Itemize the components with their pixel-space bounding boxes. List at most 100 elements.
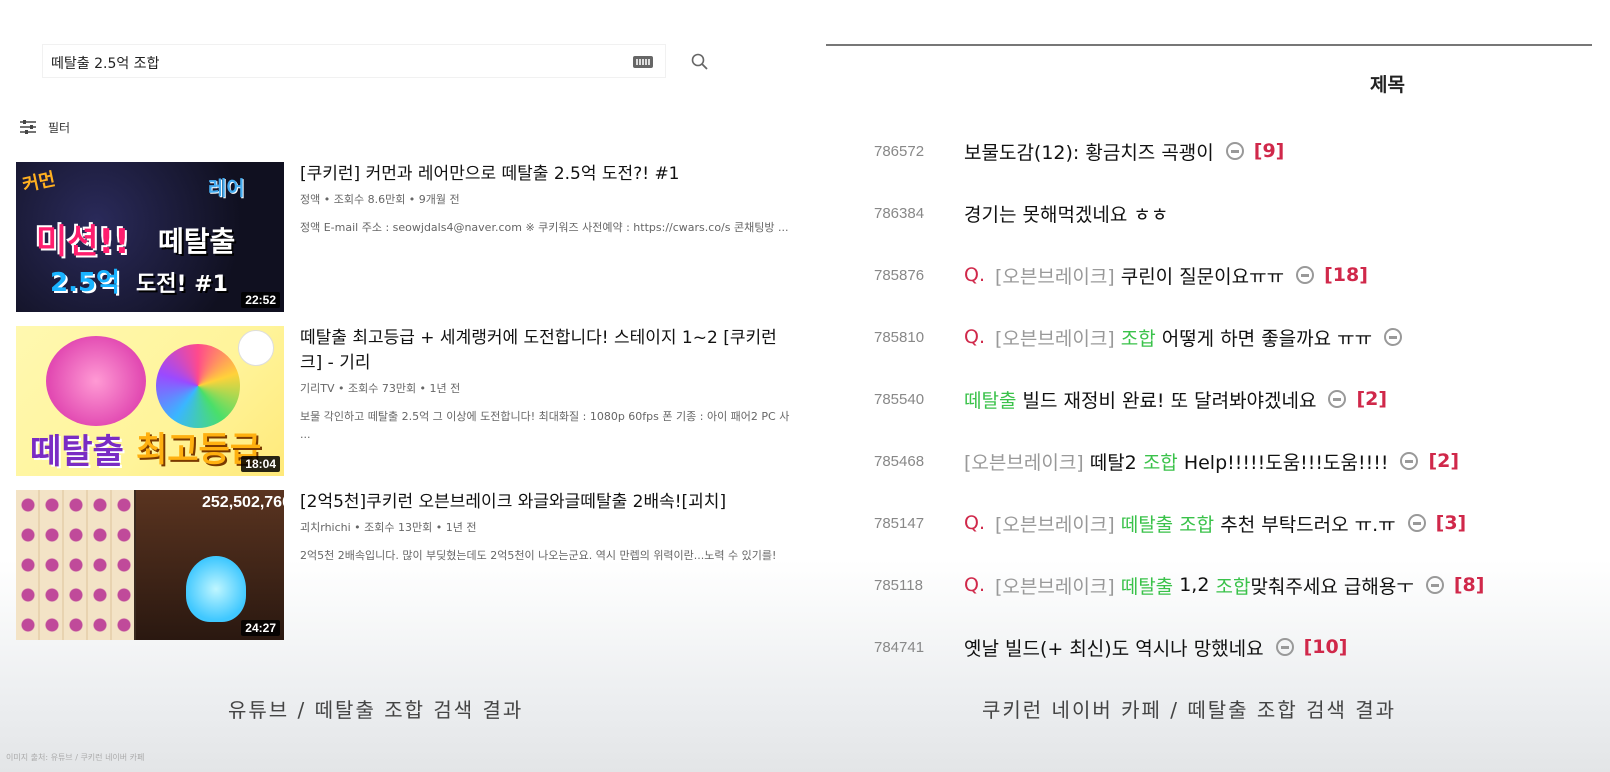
- category-tag: [오븐브레이크]: [995, 265, 1115, 288]
- video-thumbnail[interactable]: 커먼 레어 미션!! 떼탈출 2.5억 도전! #1 22:52: [16, 162, 284, 312]
- video-result[interactable]: 떼탈출 최고등급 18:04 떼탈출 최고등급 + 세계랭커에 도전합니다! 스…: [16, 326, 796, 476]
- reply-icon: [1384, 328, 1403, 346]
- video-title[interactable]: [쿠키런] 커먼과 레어만으로 떼탈출 2.5억 도전?! #1: [300, 162, 796, 187]
- title-text: 빌드 재정비 완료! 또 달려봐야겠네요: [1016, 389, 1317, 412]
- post-row[interactable]: 786384 경기는 못해먹겠네요 ㅎㅎ: [874, 199, 1594, 227]
- post-row[interactable]: 785810 Q. [오븐브레이크] 조합 어떻게 하면 좋을까요 ㅠㅠ: [874, 323, 1594, 351]
- filter-icon: [20, 120, 36, 134]
- youtube-search-input[interactable]: 떼탈출 2.5억 조합: [42, 44, 666, 78]
- video-title[interactable]: 떼탈출 최고등급 + 세계랭커에 도전합니다! 스테이지 1~2 [쿠키런 크]…: [300, 326, 796, 376]
- search-highlight: 떼탈출: [1120, 575, 1174, 598]
- post-row[interactable]: 785876 Q. [오븐브레이크] 쿠린이 질문이요ㅠㅠ [18]: [874, 261, 1594, 289]
- video-duration: 18:04: [241, 456, 280, 472]
- post-title[interactable]: Q. [오븐브레이크] 조합 어떻게 하면 좋을까요 ㅠㅠ: [964, 324, 1372, 351]
- source-note: 이미지 출처: 유튜브 / 쿠키런 네이버 카페: [6, 753, 145, 762]
- video-title[interactable]: [2억5천]쿠키런 오븐브레이크 와글와글떼탈출 2배속![괴치]: [300, 490, 796, 515]
- thumbnail-art: [46, 336, 146, 426]
- post-title[interactable]: [오븐브레이크] 떼탈2 조합 Help!!!!!도움!!!도움!!!!: [964, 448, 1388, 475]
- video-result[interactable]: 252,502,760 24:27 [2억5천]쿠키런 오븐브레이크 와글와글떼…: [16, 490, 796, 640]
- reply-icon: [1400, 452, 1419, 470]
- reply-icon: [1407, 514, 1426, 532]
- reply-icon: [1425, 576, 1444, 594]
- cafe-divider: [826, 44, 1592, 46]
- video-thumbnail[interactable]: 252,502,760 24:27: [16, 490, 284, 640]
- column-header-title: 제목: [1370, 74, 1405, 96]
- video-result[interactable]: 커먼 레어 미션!! 떼탈출 2.5억 도전! #1 22:52 [쿠키런] 커…: [16, 162, 796, 312]
- post-title[interactable]: Q. [오븐브레이크] 떼탈출 1,2 조합 맞춰주세요 급해용ㅜ: [964, 572, 1414, 599]
- post-number: 785540: [874, 390, 925, 408]
- title-text: 옛날 빌드(+ 최신)도 역시나 망했네요: [964, 637, 1264, 660]
- video-description: 정액 E-mail 주소 : seowjdals4@naver.com ※ 쿠키…: [300, 221, 789, 234]
- thumbnail-text: 떼탈출: [158, 225, 236, 258]
- question-tag: Q.: [964, 512, 985, 534]
- search-icon[interactable]: [690, 52, 710, 72]
- video-meta: 정액 • 조회수 8.6만회 • 9개월 전: [300, 193, 460, 206]
- post-row[interactable]: 784741 옛날 빌드(+ 최신)도 역시나 망했네요 [10]: [874, 633, 1594, 661]
- thumbnail-text: 미션!!: [36, 222, 130, 262]
- search-highlight: 조합: [1215, 575, 1251, 598]
- cafe-caption: 쿠키런 네이버 카페 / 떼탈출 조합 검색 결과: [982, 698, 1397, 722]
- post-title[interactable]: Q. [오븐브레이크] 쿠린이 질문이요ㅠㅠ: [964, 262, 1284, 289]
- thumbnail-text: 252,502,760: [202, 494, 284, 511]
- title-text: 1,2: [1173, 574, 1216, 596]
- thumbnail-art: [16, 490, 134, 640]
- filter-button[interactable]: 필터: [18, 116, 70, 138]
- title-text: 보물도감(12): 황금치즈 곡괭이: [964, 141, 1214, 164]
- post-title[interactable]: 경기는 못해먹겠네요 ㅎㅎ: [964, 200, 1168, 227]
- question-tag: Q.: [964, 326, 985, 348]
- comment-count[interactable]: [8]: [1454, 574, 1485, 596]
- video-description: 보물 각인하고 떼탈출 2.5억 그 이상에 도전합니다! 최대화질 : 108…: [300, 410, 790, 441]
- channel-avatar: [238, 330, 274, 366]
- comment-count[interactable]: [2]: [1428, 450, 1459, 472]
- title-text: 맞춰주세요 급해용ㅜ: [1250, 575, 1414, 598]
- thumbnail-art: [156, 344, 240, 428]
- post-number: 785118: [874, 576, 923, 594]
- reply-icon: [1275, 638, 1294, 656]
- thumbnail-text: 2.5억: [50, 268, 120, 298]
- post-number: 785147: [874, 514, 925, 532]
- keyboard-icon[interactable]: [633, 56, 653, 68]
- thumbnail-text: 커먼: [20, 168, 58, 197]
- question-tag: Q.: [964, 574, 985, 596]
- category-tag: [오븐브레이크]: [995, 575, 1115, 598]
- post-row[interactable]: 785147 Q. [오븐브레이크] 떼탈출 조합 추천 부탁드러오 ㅠ.ㅠ [3]: [874, 509, 1594, 537]
- search-highlight: 떼탈출 조합: [1120, 513, 1215, 536]
- post-number: 785810: [874, 328, 925, 346]
- thumbnail-art: [186, 556, 246, 622]
- search-highlight: 조합: [1120, 327, 1156, 350]
- post-row[interactable]: 785118 Q. [오븐브레이크] 떼탈출 1,2 조합 맞춰주세요 급해용ㅜ [8]: [874, 571, 1594, 599]
- video-meta: 괴치rhichi • 조회수 13만회 • 1년 전: [300, 521, 477, 534]
- category-tag: [오븐브레이크]: [995, 513, 1115, 536]
- thumbnail-text: 레어: [208, 176, 245, 200]
- post-title[interactable]: Q. [오븐브레이크] 떼탈출 조합 추천 부탁드러오 ㅠ.ㅠ: [964, 510, 1396, 537]
- post-title[interactable]: 보물도감(12): 황금치즈 곡괭이: [964, 138, 1214, 165]
- comment-count[interactable]: [3]: [1436, 512, 1467, 534]
- post-row[interactable]: 786572 보물도감(12): 황금치즈 곡괭이 [9]: [874, 137, 1594, 165]
- search-highlight: 떼탈출: [964, 389, 1017, 412]
- title-text: 떼탈2: [1089, 451, 1143, 474]
- post-number: 785468: [874, 452, 925, 470]
- video-thumbnail[interactable]: 떼탈출 최고등급 18:04: [16, 326, 284, 476]
- post-title[interactable]: 떼탈출 빌드 재정비 완료! 또 달려봐야겠네요: [964, 386, 1316, 413]
- category-tag: [오븐브레이크]: [964, 451, 1084, 474]
- title-text: 경기는 못해먹겠네요 ㅎㅎ: [964, 203, 1169, 226]
- post-title[interactable]: 옛날 빌드(+ 최신)도 역시나 망했네요: [964, 634, 1264, 661]
- video-duration: 22:52: [241, 292, 280, 308]
- comment-count[interactable]: [9]: [1254, 140, 1285, 162]
- post-number: 784741: [874, 638, 925, 656]
- reply-icon: [1225, 142, 1244, 160]
- post-row[interactable]: 785468 [오븐브레이크] 떼탈2 조합 Help!!!!!도움!!!도움!!!…: [874, 447, 1594, 475]
- title-text: 추천 부탁드러오 ㅠ.ㅠ: [1214, 513, 1396, 536]
- comment-count[interactable]: [2]: [1356, 388, 1387, 410]
- reply-icon: [1328, 390, 1347, 408]
- video-duration: 24:27: [241, 620, 280, 636]
- comment-count[interactable]: [10]: [1304, 636, 1348, 658]
- search-highlight: 조합: [1142, 451, 1178, 474]
- title-text: Help!!!!!도움!!!도움!!!!: [1177, 451, 1389, 474]
- post-row[interactable]: 785540 떼탈출 빌드 재정비 완료! 또 달려봐야겠네요 [2]: [874, 385, 1594, 413]
- comment-count[interactable]: [18]: [1324, 264, 1368, 286]
- reply-icon: [1296, 266, 1315, 284]
- video-meta: 기리TV • 조회수 73만회 • 1년 전: [300, 382, 461, 395]
- category-tag: [오븐브레이크]: [995, 327, 1115, 350]
- post-number: 785876: [874, 266, 925, 284]
